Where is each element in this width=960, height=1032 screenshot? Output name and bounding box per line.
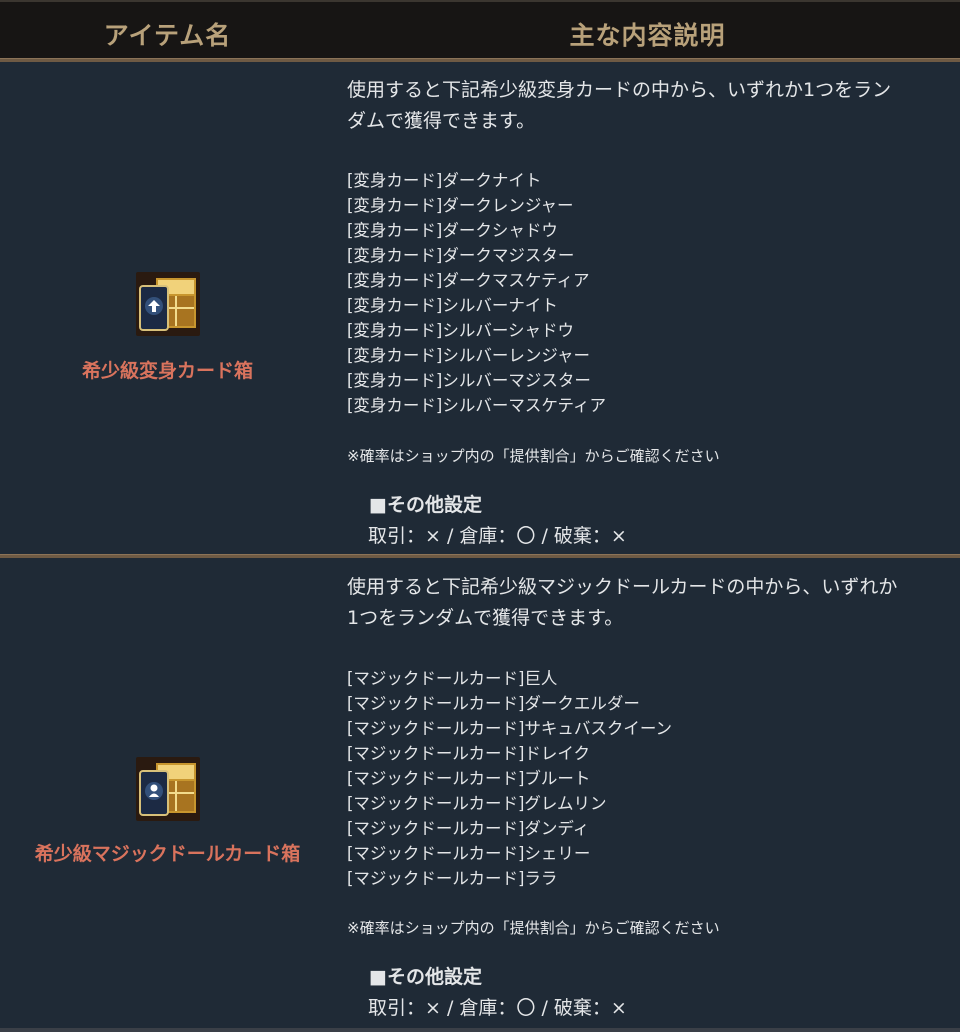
list-item: [マジックドールカード]ダンディ xyxy=(347,819,590,838)
list-item: [変身カード]ダークマジスター xyxy=(347,246,575,265)
list-item: [マジックドールカード]シェリー xyxy=(347,844,591,863)
list-item: [変身カード]シルバーナイト xyxy=(347,296,558,315)
list-item: [変身カード]シルバーマジスター xyxy=(347,371,591,390)
card-list: [変身カード]ダークナイト [変身カード]ダークレンジャー [変身カード]ダーク… xyxy=(347,168,606,418)
list-item: [変身カード]シルバーシャドウ xyxy=(347,321,575,340)
table-row: 希少級マジックドールカード箱 使用すると下記希少級マジックドールカードの中から、… xyxy=(0,558,960,1028)
list-item: [マジックドールカード]巨人 xyxy=(347,669,558,688)
intro-line: 1つをランダムで獲得できます。 xyxy=(347,607,624,629)
table-row: 希少級変身カード箱 使用すると下記希少級変身カードの中から、いずれか1つをラン … xyxy=(0,62,960,554)
list-item: [変身カード]ダークナイト xyxy=(347,171,542,190)
other-settings-title: ■その他設定 xyxy=(369,966,482,988)
probability-note: ※確率はショップ内の「提供割合」からご確認ください xyxy=(347,447,720,465)
other-settings-body: 取引：× / 倉庫：〇 / 破棄：× xyxy=(368,997,627,1019)
list-item: [マジックドールカード]グレムリン xyxy=(347,794,607,813)
item-name-cell: 希少級マジックドールカード箱 xyxy=(0,558,335,1028)
list-item: [マジックドールカード]ブルート xyxy=(347,769,591,788)
card-list: [マジックドールカード]巨人 [マジックドールカード]ダークエルダー [マジック… xyxy=(347,666,672,891)
intro-line: ダムで獲得できます。 xyxy=(347,110,536,132)
list-item: [マジックドールカード]サキュバスクイーン xyxy=(347,719,673,738)
other-settings-body: 取引：× / 倉庫：〇 / 破棄：× xyxy=(368,525,627,547)
item-name-cell: 希少級変身カード箱 xyxy=(0,62,335,554)
list-item: [マジックドールカード]ダークエルダー xyxy=(347,694,640,713)
list-item: [マジックドールカード]ドレイク xyxy=(347,744,591,763)
table-header: アイテム名 主な内容説明 xyxy=(0,0,960,60)
item-table: アイテム名 主な内容説明 希少級変身カード箱 使用すると下記希少級変身カードの中… xyxy=(0,0,960,1032)
column-header-description: 主な内容説明 xyxy=(569,21,726,50)
list-item: [変身カード]ダークレンジャー xyxy=(347,196,574,215)
column-header-item-name: アイテム名 xyxy=(103,21,232,50)
item-name: 希少級マジックドールカード箱 xyxy=(34,843,301,865)
doll-card-box-icon xyxy=(136,757,200,821)
card-box-icon xyxy=(136,272,200,336)
list-item: [変身カード]ダークシャドウ xyxy=(347,221,558,240)
list-item: [変身カード]シルバーマスケティア xyxy=(347,396,607,415)
intro-text: 使用すると下記希少級変身カードの中から、いずれか1つをラン ダムで獲得できます。 xyxy=(347,75,957,137)
probability-note: ※確率はショップ内の「提供割合」からご確認ください xyxy=(347,919,720,937)
item-name: 希少級変身カード箱 xyxy=(81,360,253,382)
list-item: [変身カード]シルバーレンジャー xyxy=(347,346,591,365)
table-bottom-border xyxy=(0,1028,960,1032)
list-item: [マジックドールカード]ララ xyxy=(347,869,558,888)
intro-line: 使用すると下記希少級変身カードの中から、いずれか1つをラン xyxy=(347,79,892,101)
intro-text: 使用すると下記希少級マジックドールカードの中から、いずれか 1つをランダムで獲得… xyxy=(347,572,960,634)
other-settings-title: ■その他設定 xyxy=(369,494,482,516)
list-item: [変身カード]ダークマスケティア xyxy=(347,271,590,290)
intro-line: 使用すると下記希少級マジックドールカードの中から、いずれか xyxy=(347,576,898,598)
